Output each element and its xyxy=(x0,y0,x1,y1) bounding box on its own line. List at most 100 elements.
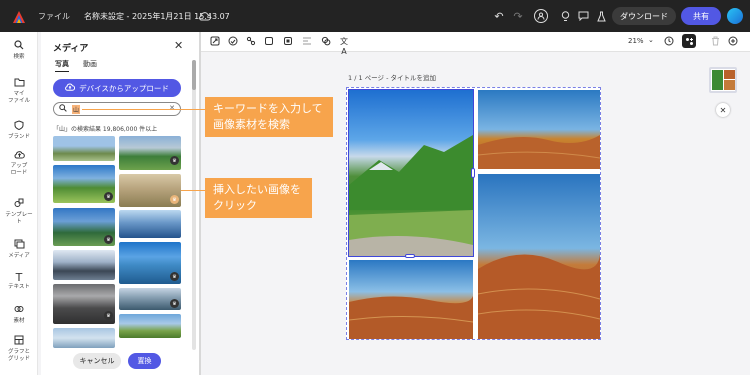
comment-icon[interactable] xyxy=(576,9,590,23)
premium-badge-icon: ♛ xyxy=(104,311,113,320)
image-cell-desert[interactable] xyxy=(478,90,600,169)
rail-label: テンプレー ト xyxy=(5,212,33,225)
add-icon[interactable] xyxy=(727,36,739,49)
rail-item-media[interactable]: メディア xyxy=(0,239,38,260)
upload-label: デバイスからアップロード xyxy=(79,83,169,93)
callout-search: キーワードを入力して 画像素材を検索 xyxy=(205,97,333,137)
image-cell-desert[interactable] xyxy=(478,174,600,339)
clear-search-icon[interactable]: ✕ xyxy=(169,104,175,112)
undo-icon[interactable]: ↶ xyxy=(492,9,506,23)
rail-label: 素材 xyxy=(13,318,25,324)
resize-handle[interactable] xyxy=(471,168,475,178)
template-icon xyxy=(0,198,38,212)
premium-badge-icon: ♛ xyxy=(104,192,113,201)
close-icon[interactable]: ✕ xyxy=(174,39,183,52)
rail-label: アップ ロード xyxy=(10,163,28,176)
image-cell-desert[interactable] xyxy=(349,260,473,339)
page-label[interactable]: 1 / 1 ページ - タイトルを追加 xyxy=(348,72,436,82)
top-bar: ファイル 名称未設定 - 2025年1月21日 15.43.07 ↶ ↷ ダウン… xyxy=(0,0,750,32)
editor-toolbar: 文A 21% ⌄ xyxy=(201,32,750,56)
rail-label: マイ ファイル xyxy=(7,91,30,104)
close-icon[interactable]: ✕ xyxy=(716,103,730,117)
page-thumbnail[interactable] xyxy=(709,67,737,93)
panel-footer: キャンセル 置換 xyxy=(41,350,199,375)
callout-connector xyxy=(82,109,206,110)
rail-label: 検索 xyxy=(13,54,25,60)
premium-badge-icon: ♛ xyxy=(170,156,179,165)
callout-connector xyxy=(181,190,206,191)
photo-thumbnail[interactable] xyxy=(119,210,181,238)
tab-videos[interactable]: 動画 xyxy=(83,59,97,69)
media-panel: メディア ✕ 写真 動画 デバイスからアップロード 山 ✕ 「山」の検索結果 1… xyxy=(41,32,199,375)
color-icon[interactable] xyxy=(320,36,332,49)
file-menu[interactable]: ファイル xyxy=(38,11,70,22)
translate-icon[interactable]: 文A xyxy=(338,36,350,56)
text-icon: T xyxy=(15,271,23,284)
rail-item-upload[interactable]: アップ ロード xyxy=(0,150,38,177)
search-result-count: 「山」の検索結果 19,806,000 件以上 xyxy=(53,126,158,133)
upload-from-device-button[interactable]: デバイスからアップロード xyxy=(53,79,181,97)
rail-label: テキスト xyxy=(8,284,30,290)
media-icon xyxy=(0,239,38,253)
rail-item-brand[interactable]: ブランド xyxy=(0,120,38,141)
photo-thumbnail[interactable] xyxy=(53,250,115,280)
redo-icon[interactable]: ↷ xyxy=(511,9,525,23)
avatar[interactable] xyxy=(727,8,743,24)
elements-icon xyxy=(0,304,38,318)
cloud-icon xyxy=(198,9,212,23)
photo-thumbnail[interactable] xyxy=(53,328,115,348)
download-button[interactable]: ダウンロード xyxy=(612,7,676,25)
panel-divider[interactable] xyxy=(199,32,201,375)
chevron-down-icon[interactable]: ⌄ xyxy=(648,36,654,44)
premium-badge-icon: ♛ xyxy=(170,195,179,204)
brand-icon xyxy=(0,120,38,134)
lightbulb-icon[interactable] xyxy=(558,9,572,23)
rail-item-grid[interactable]: グラフと グリッド xyxy=(0,335,38,363)
scrollbar-thumb[interactable] xyxy=(192,60,196,90)
square-icon[interactable] xyxy=(263,36,275,49)
search-icon xyxy=(59,104,67,114)
rail-item-template[interactable]: テンプレー ト xyxy=(0,198,38,226)
design-canvas[interactable] xyxy=(346,87,601,340)
layers-icon[interactable] xyxy=(682,34,696,48)
premium-badge-icon: ♛ xyxy=(104,235,113,244)
rail-label: ブランド xyxy=(7,134,30,140)
search-icon xyxy=(0,40,38,54)
callout-insert: 挿入したい画像を クリック xyxy=(205,178,312,218)
align-icon[interactable] xyxy=(301,36,313,49)
rail-item-elements[interactable]: 素材 xyxy=(0,304,38,325)
rail-item-my-files[interactable]: マイ ファイル xyxy=(0,78,38,105)
cancel-button[interactable]: キャンセル xyxy=(73,353,121,369)
timer-icon[interactable] xyxy=(663,36,675,49)
selection-frame[interactable] xyxy=(348,89,474,257)
trash-icon[interactable] xyxy=(709,36,721,49)
flask-icon[interactable] xyxy=(594,9,608,23)
resize-icon[interactable] xyxy=(209,36,221,49)
app-logo-icon[interactable] xyxy=(12,9,26,23)
panel-scrollbar[interactable] xyxy=(192,60,196,350)
user-add-icon[interactable] xyxy=(534,9,548,23)
rail-item-search[interactable]: 検索 xyxy=(0,40,38,61)
link-icon[interactable] xyxy=(245,36,257,49)
left-rail: 検索 マイ ファイル ブランド アップ ロード テンプレー ト メディア T テ… xyxy=(0,32,38,375)
replace-button[interactable]: 置換 xyxy=(128,353,161,369)
search-value: 山 xyxy=(72,105,81,114)
effects-icon[interactable] xyxy=(227,36,239,49)
photo-thumbnail[interactable] xyxy=(119,136,181,170)
share-button[interactable]: 共有 xyxy=(681,7,721,25)
premium-badge-icon: ♛ xyxy=(170,299,179,308)
zoom-level[interactable]: 21% xyxy=(628,37,644,45)
photo-thumbnail[interactable] xyxy=(119,314,181,338)
grid-icon xyxy=(0,335,38,349)
photo-thumbnail[interactable] xyxy=(53,136,115,161)
panel-title: メディア xyxy=(53,44,89,54)
crop-icon[interactable] xyxy=(282,36,294,49)
tab-photos[interactable]: 写真 xyxy=(55,59,69,72)
upload-icon xyxy=(0,150,38,163)
rail-label: グラフと グリッド xyxy=(7,349,30,362)
resize-handle[interactable] xyxy=(405,254,415,258)
cloud-upload-icon xyxy=(65,83,76,93)
rail-label: メディア xyxy=(8,253,30,259)
premium-badge-icon: ♛ xyxy=(170,272,179,281)
rail-item-text[interactable]: T テキスト xyxy=(0,272,38,291)
